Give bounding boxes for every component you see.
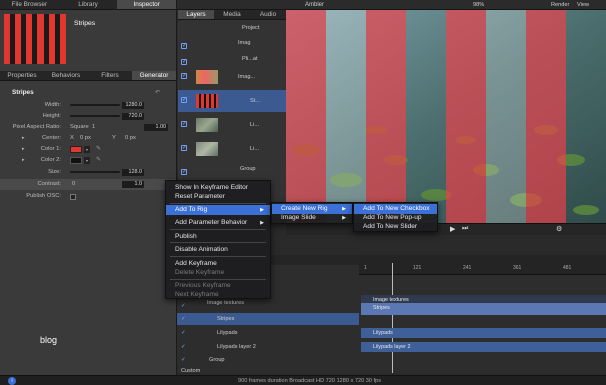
param-contrast: Contrast: 0 1.0: [0, 179, 176, 190]
color1-swatch[interactable]: [70, 146, 82, 153]
track-bar-lilypads-2[interactable]: Lilypads layer 2: [361, 342, 606, 352]
aspect-value[interactable]: 1.00: [144, 124, 168, 131]
param-size: Size: 128.0: [48, 169, 144, 176]
param-color1: ▸ Color 1: ▾ ✎: [0, 144, 176, 155]
canvas-toolbar: ▶ ⏭ ⚙: [286, 223, 606, 235]
settings-gear-icon[interactable]: ⚙: [556, 225, 562, 233]
param-color2: ▸ Color 2: ▾ ✎: [0, 155, 176, 166]
center-y[interactable]: 0 px: [125, 133, 136, 144]
tab-properties[interactable]: Properties: [0, 71, 44, 80]
render-menu[interactable]: Render: [551, 0, 569, 10]
menu-next-keyframe: Next Keyframe: [175, 291, 219, 298]
tab-generator[interactable]: Generator: [132, 71, 176, 80]
menu-separator: [170, 203, 266, 204]
canvas-viewer[interactable]: [286, 10, 606, 223]
tab-behaviors[interactable]: Behaviors: [44, 71, 88, 80]
status-bar: i 900 frames duration Broadcast HD 720 1…: [0, 375, 606, 385]
layer-row-imag-textures[interactable]: Imag...: [178, 66, 286, 88]
height-slider[interactable]: [70, 115, 120, 117]
size-value[interactable]: 128.0: [122, 169, 144, 176]
play-icon[interactable]: ▶: [450, 225, 455, 233]
param-height: Height: 720.0: [42, 113, 144, 120]
menu-add-to-new-slider[interactable]: Add To New Slider: [354, 222, 437, 232]
width-slider[interactable]: [70, 104, 120, 106]
layers-tabs: Layers Media Audio: [178, 10, 286, 20]
contrast-value[interactable]: 1.0: [122, 181, 144, 188]
submenu-create-new-rig: Add To New Checkbox Add To New Pop-up Ad…: [353, 202, 438, 232]
info-icon[interactable]: i: [8, 377, 16, 385]
size-slider[interactable]: [70, 171, 120, 173]
submenu-add-to-rig: Create New Rig ▶ Image Slide ▶: [271, 202, 353, 224]
chevron-down-icon[interactable]: ▾: [84, 157, 90, 164]
window-title: Ambler: [305, 2, 325, 8]
watermark-text: blog: [40, 335, 58, 345]
tab-filters[interactable]: Filters: [88, 71, 132, 80]
reset-icon[interactable]: ↶: [155, 89, 160, 96]
next-frame-icon[interactable]: ⏭: [462, 225, 468, 233]
context-menu: Show In Keyframe Editor Reset Parameter …: [165, 180, 271, 299]
section-title: Stripes: [12, 89, 34, 96]
layer-row-lilypads[interactable]: Li...: [178, 114, 286, 136]
menu-delete-keyframe: Delete Keyframe: [175, 269, 225, 276]
status-text: 900 frames duration Broadcast HD 720 128…: [238, 378, 382, 384]
timeline-ruler[interactable]: 1 121 241 361 481: [359, 255, 606, 275]
track-bar-stripes[interactable]: Stripes: [361, 303, 606, 315]
param-publish-osc: Publish OSC:: [0, 191, 176, 202]
playhead[interactable]: [392, 263, 393, 373]
param-width: Width: 1280.0: [44, 102, 144, 109]
layer-row-group[interactable]: Group: [178, 162, 286, 176]
tab-layers[interactable]: Layers: [178, 10, 214, 19]
param-pixel-aspect: Pixel Aspect Ratio: Square 1 1.00: [0, 122, 176, 133]
inspector-panel: File Browser Library Inspector Stripes P…: [0, 0, 177, 385]
layer-row-stripes[interactable]: St...: [178, 90, 286, 112]
disclosure-icon[interactable]: ▸: [22, 144, 25, 155]
track-bar-lilypads[interactable]: Lilypads: [361, 328, 606, 338]
tab-file-browser[interactable]: File Browser: [0, 0, 59, 9]
disclosure-icon[interactable]: ▸: [22, 133, 25, 144]
timeline-row-stripes[interactable]: ✓ Stripes: [177, 313, 359, 325]
zoom-popup[interactable]: 98%: [473, 0, 484, 10]
tab-media[interactable]: Media: [214, 10, 250, 19]
menu-add-parameter-behavior[interactable]: Add Parameter Behavior ▶: [166, 218, 270, 228]
menu-disable-animation[interactable]: Disable Animation: [166, 245, 270, 255]
width-value[interactable]: 1280.0: [122, 102, 144, 109]
canvas-image: [286, 10, 606, 223]
tab-library[interactable]: Library: [59, 0, 118, 9]
menu-reset-parameter[interactable]: Reset Parameter: [166, 192, 270, 202]
layer-row-pli[interactable]: Pli...at: [178, 52, 286, 66]
timeline-row-lilypads[interactable]: ✓ Lilypads: [177, 327, 359, 339]
publish-osc-checkbox[interactable]: [70, 194, 76, 200]
color2-swatch[interactable]: [70, 157, 82, 164]
timeline-row-lilypads-2[interactable]: ✓ Lilypads layer 2: [177, 341, 359, 353]
submenu-arrow-icon: ▶: [260, 220, 264, 226]
layer-row-imag[interactable]: Imag: [178, 36, 286, 50]
eyedropper-icon[interactable]: ✎: [96, 144, 101, 155]
title-bar: Ambler 98% Render View: [177, 0, 606, 10]
submenu-arrow-icon: ▶: [342, 215, 346, 221]
chevron-down-icon[interactable]: ▾: [84, 146, 90, 153]
disclosure-icon[interactable]: ▸: [22, 155, 25, 166]
stripes-thumbnail: [4, 14, 66, 64]
aspect-popup[interactable]: Square: [70, 122, 89, 133]
center-x[interactable]: 0 px: [80, 133, 91, 144]
submenu-arrow-icon: ▶: [260, 207, 264, 213]
inspector-top-tabs: File Browser Library Inspector: [0, 0, 177, 10]
menu-add-to-rig[interactable]: Add To Rig ▶: [166, 205, 270, 215]
param-center: ▸ Center: X 0 px Y 0 px: [0, 133, 176, 144]
tab-audio[interactable]: Audio: [250, 10, 286, 19]
menu-publish[interactable]: Publish: [166, 232, 270, 242]
eyedropper-icon[interactable]: ✎: [96, 155, 101, 166]
layer-row-project[interactable]: Project: [178, 22, 286, 34]
inspector-sub-tabs: Properties Behaviors Filters Generator: [0, 71, 176, 81]
layer-row-lilypads-2[interactable]: Li...: [178, 138, 286, 160]
tab-inspector[interactable]: Inspector: [117, 0, 177, 9]
thumbnail-title: Stripes: [74, 20, 96, 27]
view-menu[interactable]: View: [577, 0, 589, 10]
height-value[interactable]: 720.0: [122, 113, 144, 120]
menu-image-slide[interactable]: Image Slide ▶: [272, 213, 352, 223]
